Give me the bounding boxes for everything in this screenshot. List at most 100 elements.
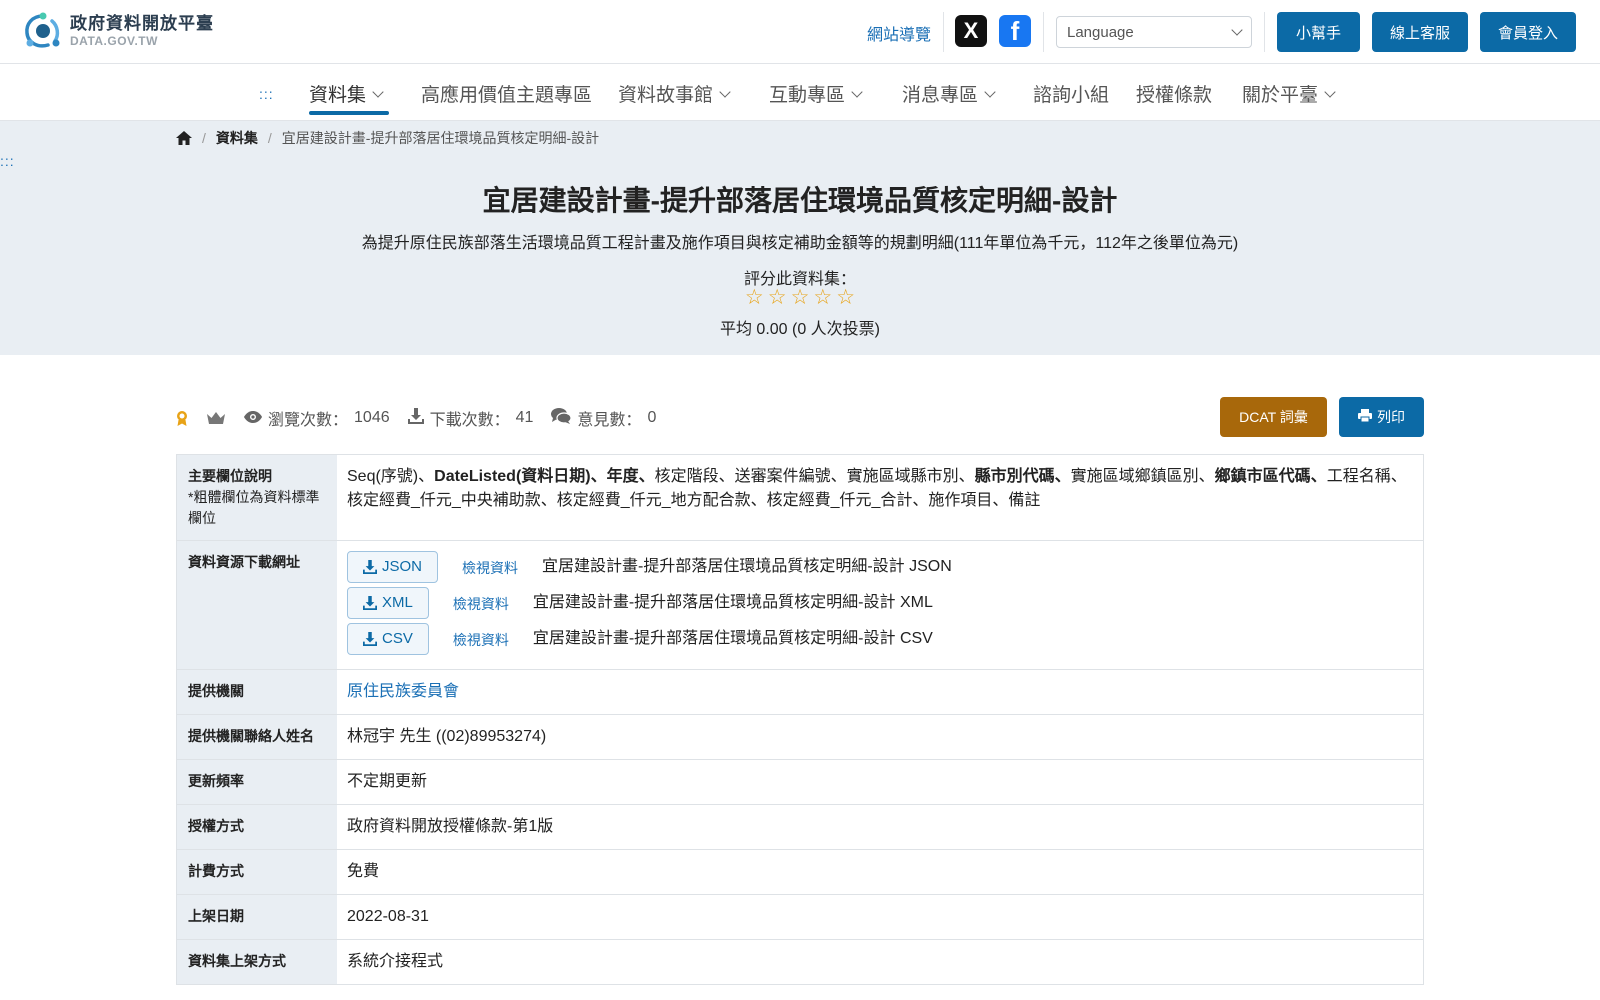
view-data-link[interactable]: 檢視資料 <box>453 592 509 616</box>
star-icon[interactable]: ☆ <box>745 286 764 310</box>
home-icon[interactable] <box>176 131 192 145</box>
facebook-icon[interactable]: f <box>999 15 1031 47</box>
chevron-down-icon <box>1324 85 1336 98</box>
resource-name: 宜居建設計畫-提升部落居住環境品質核定明細-設計 JSON <box>542 558 952 575</box>
login-button[interactable]: 會員登入 <box>1480 12 1576 52</box>
view-data-link[interactable]: 檢視資料 <box>462 556 518 580</box>
language-select[interactable]: Language <box>1056 16 1252 48</box>
row-header-org: 提供機關 <box>177 670 337 714</box>
table-row: 提供機關 原住民族委員會 <box>177 670 1423 715</box>
contact-value: 林冠宇 先生 ((02)89953274) <box>347 728 547 745</box>
sitemap-link[interactable]: 網站導覽 <box>867 21 931 45</box>
fields-note: *粗體欄位為資料標準欄位 <box>188 489 320 526</box>
page-title: 宜居建設計畫-提升部落居住環境品質核定明細-設計 <box>482 185 1118 216</box>
download-icon <box>407 408 424 428</box>
row-header-contact: 提供機關聯絡人姓名 <box>177 715 337 759</box>
nav-item-data-stories[interactable]: 資料故事館 <box>618 80 731 107</box>
breadcrumb-current: 宜居建設計畫-提升部落居住環境品質核定明細-設計 <box>281 130 600 146</box>
nav-item-interactive[interactable]: 互動專區 <box>769 80 863 107</box>
row-header-date: 上架日期 <box>177 895 337 939</box>
downloads-count: 41 <box>515 409 534 426</box>
help-button[interactable]: 小幫手 <box>1277 12 1360 52</box>
nav-item-advisory[interactable]: 諮詢小組 <box>1033 80 1109 107</box>
download-format: JSON <box>382 558 423 575</box>
downloads-label: 下載次數： <box>429 412 510 429</box>
nav-item-about[interactable]: 關於平臺 <box>1242 80 1336 107</box>
field-name: 實施區域鄉鎮區別、 <box>1070 468 1215 485</box>
field-name: Seq(序號)、 <box>347 468 435 485</box>
chevron-down-icon <box>719 85 731 98</box>
print-button[interactable]: 列印 <box>1339 397 1424 437</box>
nav-item-license[interactable]: 授權條款 <box>1136 80 1212 107</box>
row-header-method: 資料集上架方式 <box>177 940 337 984</box>
views-label: 瀏覽次數： <box>268 412 349 429</box>
fields-value: Seq(序號)、DateListed(資料日期)、年度、核定階段、送審案件編號、… <box>337 455 1423 540</box>
rating-stars[interactable]: ☆ ☆ ☆ ☆ ☆ <box>0 286 1600 310</box>
download-icon <box>363 560 377 574</box>
divider <box>1043 12 1044 52</box>
chevron-down-icon <box>984 85 996 98</box>
logo-title: 政府資料開放平臺 <box>70 14 214 33</box>
table-row: 授權方式 政府資料開放授權條款-第1版 <box>177 805 1423 850</box>
eye-icon <box>244 410 262 427</box>
breadcrumb-separator: / <box>202 130 206 146</box>
star-icon[interactable]: ☆ <box>836 286 855 310</box>
star-icon[interactable]: ☆ <box>813 286 832 310</box>
accesskey-nav[interactable]: ::: <box>259 86 274 102</box>
views-count: 1046 <box>354 409 390 426</box>
breadcrumb: / 資料集 / 宜居建設計畫-提升部落居住環境品質核定明細-設計 <box>176 128 599 148</box>
star-icon[interactable]: ☆ <box>791 286 810 310</box>
rating-average: 平均 0.00 (0 人次投票) <box>719 321 881 338</box>
resource-name: 宜居建設計畫-提升部落居住環境品質核定明細-設計 XML <box>532 594 933 611</box>
divider <box>1264 12 1265 52</box>
row-header-fields: 主要欄位說明 *粗體欄位為資料標準欄位 <box>177 455 337 540</box>
x-twitter-icon[interactable]: X <box>955 15 987 47</box>
crown-icon <box>206 411 226 425</box>
field-name: DateListed(資料日期)、 <box>434 468 607 485</box>
nav-item-label: 資料集 <box>309 85 367 106</box>
breadcrumb-datasets[interactable]: 資料集 <box>216 128 258 148</box>
nav-item-high-value[interactable]: 高應用價值主題專區 <box>421 80 592 107</box>
download-format: CSV <box>382 630 413 647</box>
top-header: 政府資料開放平臺 DATA.GOV.TW 網站導覽 X f Language 小… <box>0 0 1600 64</box>
site-logo[interactable]: 政府資料開放平臺 DATA.GOV.TW <box>22 12 214 50</box>
view-data-link[interactable]: 檢視資料 <box>453 628 509 652</box>
main-nav: ::: 資料集 高應用價值主題專區 資料故事館 互動專區 消息專區 諮詢小組 授… <box>0 64 1600 121</box>
nav-item-label: 諮詢小組 <box>1033 85 1110 106</box>
chevron-down-icon <box>1231 24 1243 36</box>
dataset-info-table: 主要欄位說明 *粗體欄位為資料標準欄位 Seq(序號)、DateListed(資… <box>176 454 1424 985</box>
print-label: 列印 <box>1377 409 1405 425</box>
dcat-button[interactable]: DCAT 詞彙 <box>1220 397 1327 437</box>
table-row: 上架日期 2022-08-31 <box>177 895 1423 940</box>
download-csv-button[interactable]: CSV <box>347 623 429 655</box>
chevron-down-icon <box>372 85 384 98</box>
nav-item-datasets[interactable]: 資料集 <box>309 80 384 107</box>
active-nav-indicator <box>309 111 389 115</box>
fee-value: 免費 <box>347 863 380 880</box>
nav-item-label: 關於平臺 <box>1242 85 1319 106</box>
download-json-button[interactable]: JSON <box>347 551 439 583</box>
frequency-value: 不定期更新 <box>347 773 428 790</box>
nav-item-news[interactable]: 消息專區 <box>902 80 996 107</box>
dataset-stats: 瀏覽次數： 1046 下載次數： 41 意見數： 0 <box>176 406 656 430</box>
language-select-value: Language <box>1067 23 1134 41</box>
print-icon <box>1358 409 1372 425</box>
fields-header: 主要欄位說明 <box>188 468 272 484</box>
provider-org-link[interactable]: 原住民族委員會 <box>347 683 459 700</box>
dataset-hero: / 資料集 / 宜居建設計畫-提升部落居住環境品質核定明細-設計 ::: 宜居建… <box>0 121 1600 355</box>
table-row: 更新頻率 不定期更新 <box>177 760 1423 805</box>
comments-label: 意見數： <box>577 412 642 429</box>
row-header-fee: 計費方式 <box>177 850 337 894</box>
logo-subtitle: DATA.GOV.TW <box>70 34 158 48</box>
accesskey-content[interactable]: ::: <box>0 153 15 169</box>
download-item-json: JSON 檢視資料 宜居建設計畫-提升部落居住環境品質核定明細-設計 JSON <box>347 551 1413 583</box>
download-xml-button[interactable]: XML <box>347 587 429 619</box>
star-icon[interactable]: ☆ <box>768 286 787 310</box>
resource-name: 宜居建設計畫-提升部落居住環境品質核定明細-設計 CSV <box>532 630 933 647</box>
row-header-license: 授權方式 <box>177 805 337 849</box>
views-stat: 瀏覽次數： 1046 <box>244 406 390 430</box>
row-header-frequency: 更新頻率 <box>177 760 337 804</box>
online-service-button[interactable]: 線上客服 <box>1372 12 1468 52</box>
nav-item-label: 高應用價值主題專區 <box>421 85 593 106</box>
download-icon <box>363 596 377 610</box>
